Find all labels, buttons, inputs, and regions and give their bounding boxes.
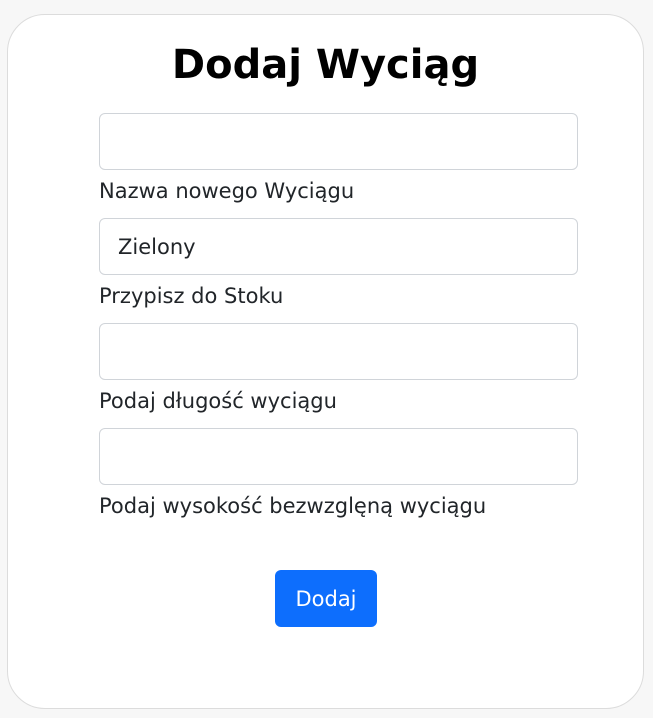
field-lift-altitude: Podaj wysokość bezwzglęną wyciągu	[99, 428, 578, 520]
slope-label: Przypisz do Stoku	[99, 284, 284, 308]
lift-altitude-label: Podaj wysokość bezwzglęną wyciągu	[99, 494, 487, 518]
lift-length-label: Podaj długość wyciągu	[99, 389, 337, 413]
lift-name-label: Nazwa nowego Wyciągu	[99, 179, 355, 203]
slope-input[interactable]	[99, 218, 578, 275]
field-slope: Przypisz do Stoku	[99, 218, 578, 310]
page-title: Dodaj Wyciąg	[171, 42, 480, 88]
field-lift-name: Nazwa nowego Wyciągu	[99, 113, 578, 205]
lift-altitude-input[interactable]	[99, 428, 578, 485]
add-button[interactable]: Dodaj	[275, 570, 377, 627]
lift-name-input[interactable]	[99, 113, 578, 170]
field-lift-length: Podaj długość wyciągu	[99, 323, 578, 415]
form-card: Dodaj Wyciąg Nazwa nowego Wyciągu Przypi…	[7, 14, 644, 709]
lift-length-input[interactable]	[99, 323, 578, 380]
